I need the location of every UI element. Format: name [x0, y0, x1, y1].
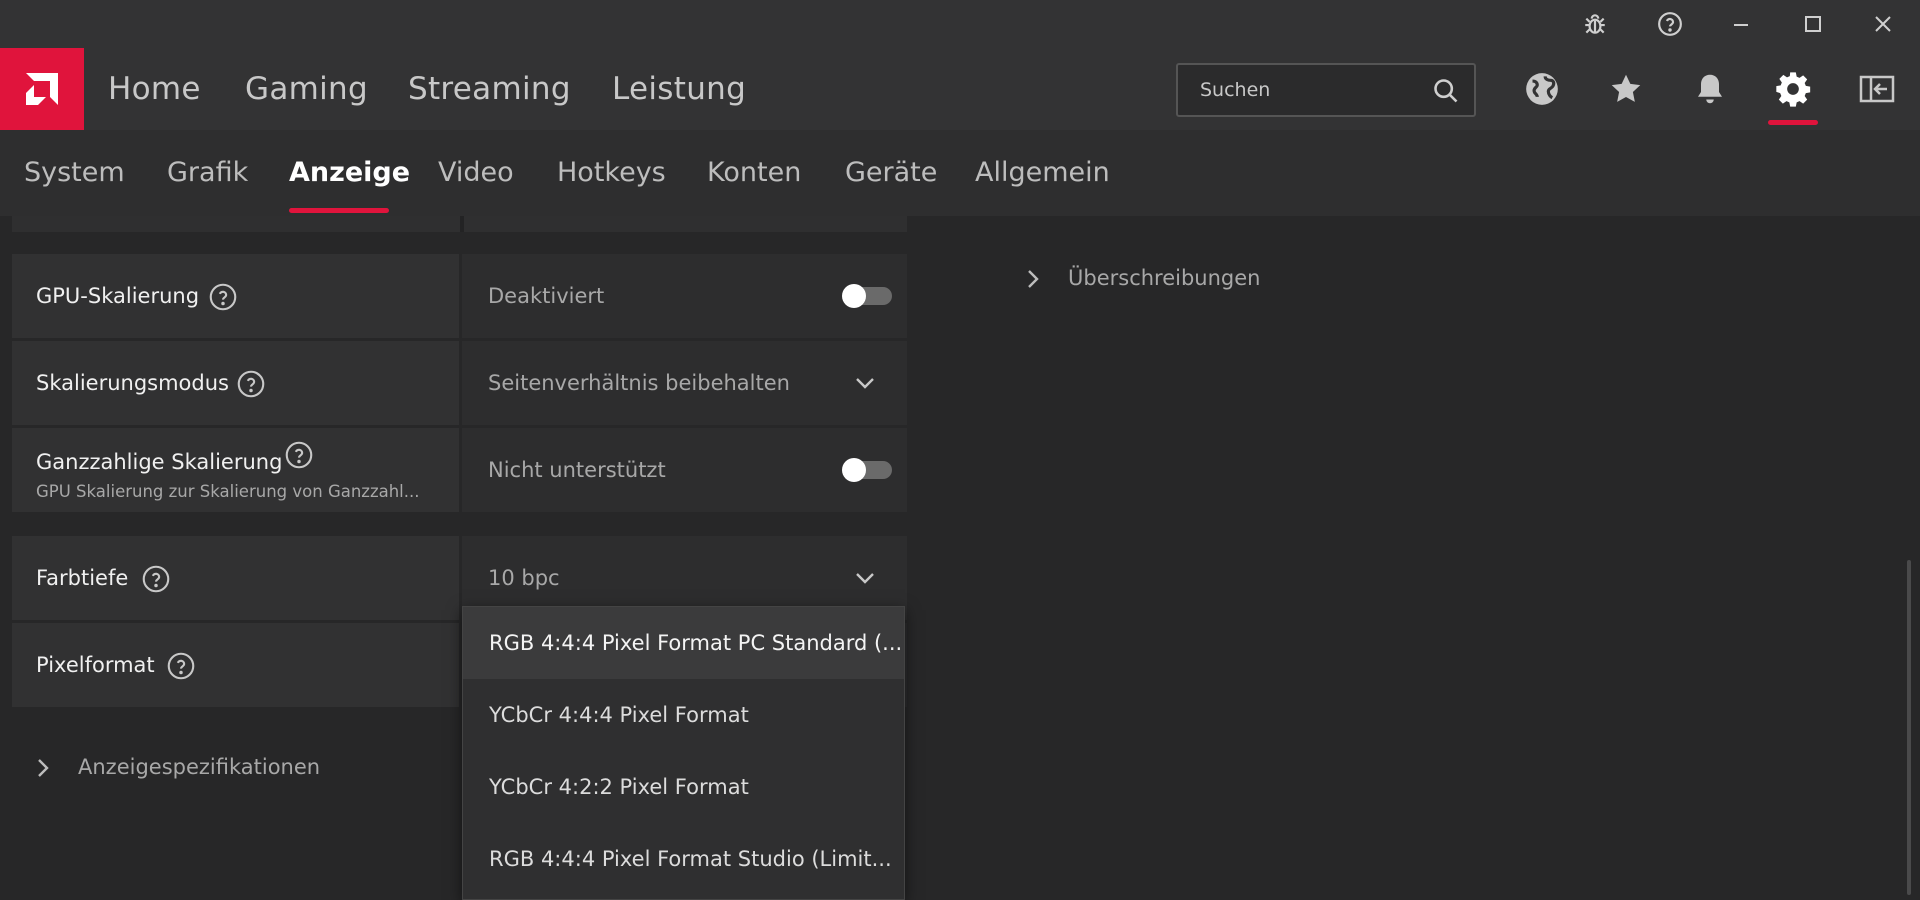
bell-icon[interactable]: [1686, 65, 1734, 113]
scaling-mode-dropdown[interactable]: Seitenverhältnis beibehalten: [462, 341, 907, 425]
help-circle-icon[interactable]: [1635, 0, 1705, 48]
gpu-scaling-label: GPU-Skalierung: [36, 284, 200, 308]
tab-geraete[interactable]: Geräte: [845, 130, 937, 216]
nav-gaming[interactable]: Gaming: [245, 48, 368, 130]
star-icon[interactable]: [1602, 65, 1650, 113]
pixel-format-dropdown-menu: RGB 4:4:4 Pixel Format PC Standard (... …: [462, 606, 905, 900]
search-box: [1176, 63, 1476, 117]
tab-video[interactable]: Video: [438, 130, 514, 216]
minimize-icon[interactable]: [1706, 0, 1776, 48]
search-input[interactable]: [1178, 65, 1428, 115]
display-specs-label: Anzeigespezifikationen: [78, 755, 321, 779]
color-depth-label: Farbtiefe: [36, 566, 129, 590]
globe-icon[interactable]: [1518, 65, 1566, 113]
scaling-mode-label: Skalierungsmodus: [36, 371, 229, 395]
nav-leistung[interactable]: Leistung: [612, 48, 746, 130]
nav-streaming[interactable]: Streaming: [408, 48, 571, 130]
integer-scaling-value: Nicht unterstützt: [488, 458, 666, 482]
tab-allgemein[interactable]: Allgemein: [975, 130, 1110, 216]
setting-gpu-scaling: GPU-Skalierung Deaktiviert: [12, 254, 907, 338]
gear-icon[interactable]: [1769, 65, 1817, 113]
dropdown-option[interactable]: YCbCr 4:2:2 Pixel Format: [463, 751, 904, 823]
dropdown-option[interactable]: RGB 4:4:4 Pixel Format Studio (Limit...: [463, 823, 904, 895]
scrollbar[interactable]: [1907, 560, 1911, 895]
setting-integer-scaling: Ganzzahlige Skalierung GPU Skalierung zu…: [12, 428, 907, 512]
integer-scaling-label: Ganzzahlige Skalierung: [36, 450, 283, 474]
active-nav-indicator: [1768, 120, 1818, 125]
close-icon[interactable]: [1848, 0, 1918, 48]
help-icon[interactable]: [209, 283, 237, 311]
search-icon[interactable]: [1432, 77, 1460, 109]
help-icon[interactable]: [167, 652, 195, 680]
overrides-label: Überschreibungen: [1068, 266, 1261, 290]
pixel-format-label: Pixelformat: [36, 653, 155, 677]
nav-home[interactable]: Home: [108, 48, 201, 130]
integer-scaling-description: GPU Skalierung zur Skalierung von Ganzza…: [36, 482, 420, 501]
sub-nav: System Grafik Anzeige Video Hotkeys Kont…: [0, 130, 1920, 216]
help-icon[interactable]: [142, 565, 170, 593]
help-icon[interactable]: [285, 441, 313, 469]
dropdown-option[interactable]: YCbCr 4:4:4 Pixel Format: [463, 679, 904, 751]
chevron-down-icon: [856, 378, 874, 389]
chevron-down-icon: [856, 573, 874, 584]
tab-system[interactable]: System: [24, 130, 125, 216]
active-tab-indicator: [289, 208, 389, 213]
scrolled-panel-edge: [12, 216, 907, 232]
maximize-icon[interactable]: [1778, 0, 1848, 48]
tab-hotkeys[interactable]: Hotkeys: [557, 130, 666, 216]
tab-konten[interactable]: Konten: [707, 130, 801, 216]
chevron-right-icon: [38, 759, 49, 777]
main-nav: Home Gaming Streaming Leistung: [0, 48, 1920, 130]
help-icon[interactable]: [237, 370, 265, 398]
scaling-mode-value: Seitenverhältnis beibehalten: [488, 371, 790, 395]
amd-logo-icon[interactable]: [0, 48, 84, 130]
title-bar: [0, 0, 1920, 48]
sidebar-toggle-icon[interactable]: [1853, 65, 1901, 113]
gpu-scaling-toggle[interactable]: [842, 284, 892, 308]
integer-scaling-toggle[interactable]: [842, 458, 892, 482]
chevron-right-icon: [1028, 270, 1039, 288]
dropdown-option[interactable]: RGB 4:4:4 Pixel Format PC Standard (...: [463, 607, 904, 679]
tab-anzeige[interactable]: Anzeige: [289, 130, 410, 216]
gpu-scaling-value: Deaktiviert: [488, 284, 605, 308]
tab-grafik[interactable]: Grafik: [167, 130, 248, 216]
bug-icon[interactable]: [1560, 0, 1630, 48]
setting-scaling-mode: Skalierungsmodus Seitenverhältnis beibeh…: [12, 341, 907, 425]
